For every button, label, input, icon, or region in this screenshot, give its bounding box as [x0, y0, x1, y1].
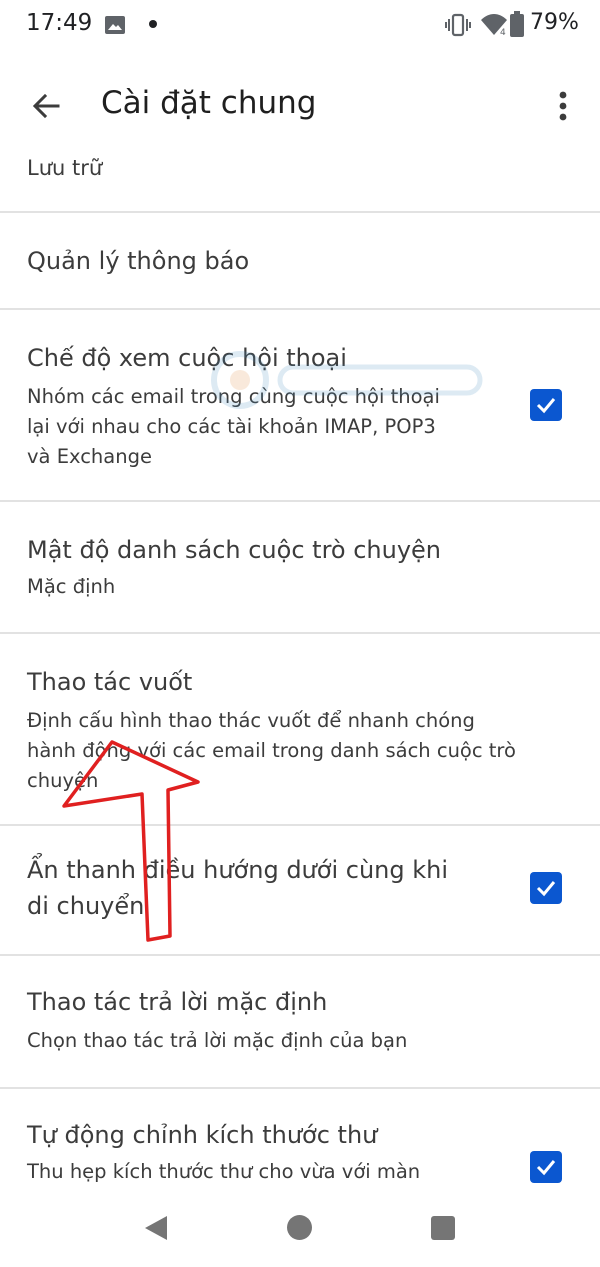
setting-swipe-actions-subtitle-3: chuyện — [27, 769, 99, 792]
system-nav-bar — [0, 1190, 600, 1267]
setting-swipe-actions[interactable]: Thao tác vuốt Định cấu hình thao thác vu… — [0, 634, 600, 826]
setting-hide-bottom-nav-title-1: Ẩn thanh điều hướng dưới cùng khi — [27, 856, 449, 884]
setting-notifications[interactable]: Quản lý thông báo — [0, 213, 600, 310]
setting-swipe-actions-subtitle-2: hành động với các email trong danh sách … — [27, 739, 516, 762]
screen: 17:49 4 79% Cài đặt chung Lưu trữ Quản l… — [0, 0, 600, 1267]
notification-dot-icon — [149, 20, 157, 28]
nav-recents-icon[interactable] — [431, 1216, 455, 1240]
setting-list-density-title: Mật độ danh sách cuộc trò chuyện — [27, 536, 442, 564]
battery-percent: 79% — [530, 10, 579, 35]
setting-conversation-view-title: Chế độ xem cuộc hội thoại — [27, 344, 347, 372]
setting-conversation-view-subtitle-1: Nhóm các email trong cùng cuộc hội thoại — [27, 385, 440, 408]
vibrate-icon — [445, 13, 471, 37]
setting-notifications-title: Quản lý thông báo — [27, 247, 250, 275]
battery-icon — [510, 11, 524, 37]
back-button[interactable] — [22, 82, 70, 130]
page-title: Cài đặt chung — [101, 85, 317, 121]
setting-list-density-subtitle: Mặc định — [27, 575, 116, 598]
nav-home-icon[interactable] — [287, 1215, 312, 1240]
check-icon — [536, 398, 556, 414]
auto-fit-checkbox[interactable] — [530, 1151, 562, 1183]
more-options-button[interactable] — [546, 82, 580, 130]
nav-back-icon[interactable] — [143, 1214, 169, 1242]
setting-default-reply-title: Thao tác trả lời mặc định — [27, 988, 328, 1016]
wifi-icon: 4 — [481, 14, 507, 37]
arrow-back-icon — [32, 93, 60, 119]
hide-bottom-nav-checkbox[interactable] — [530, 872, 562, 904]
setting-default-reply[interactable]: Thao tác trả lời mặc định Chọn thao tác … — [0, 956, 600, 1089]
setting-conversation-view-subtitle-2: lại với nhau cho các tài khoản IMAP, POP… — [27, 415, 436, 438]
check-icon — [536, 881, 556, 897]
app-bar: Cài đặt chung — [0, 52, 600, 158]
more-vert-icon — [559, 91, 567, 121]
setting-list-density[interactable]: Mật độ danh sách cuộc trò chuyện Mặc địn… — [0, 502, 600, 634]
setting-auto-fit-title: Tự động chỉnh kích thước thư — [27, 1121, 378, 1149]
check-icon — [536, 1160, 556, 1176]
setting-storage-title: Lưu trữ — [27, 156, 103, 180]
setting-swipe-actions-title: Thao tác vuốt — [27, 668, 193, 696]
setting-swipe-actions-subtitle-1: Định cấu hình thao thác vuốt để nhanh ch… — [27, 709, 475, 732]
setting-auto-fit-subtitle: Thu hẹp kích thước thư cho vừa với màn — [27, 1160, 421, 1183]
status-bar: 17:49 4 79% — [0, 0, 600, 52]
status-time: 17:49 — [26, 10, 93, 36]
setting-storage[interactable]: Lưu trữ — [0, 150, 600, 213]
conversation-view-checkbox[interactable] — [530, 389, 562, 421]
setting-hide-bottom-nav[interactable]: Ẩn thanh điều hướng dưới cùng khi di chu… — [0, 826, 600, 956]
setting-hide-bottom-nav-title-2: di chuyển — [27, 892, 145, 920]
image-icon — [105, 16, 125, 34]
setting-default-reply-subtitle: Chọn thao tác trả lời mặc định của bạn — [27, 1029, 408, 1052]
setting-conversation-view-subtitle-3: và Exchange — [27, 445, 152, 468]
network-badge: 4 — [500, 28, 506, 37]
setting-conversation-view[interactable]: Chế độ xem cuộc hội thoại Nhóm các email… — [0, 310, 600, 502]
